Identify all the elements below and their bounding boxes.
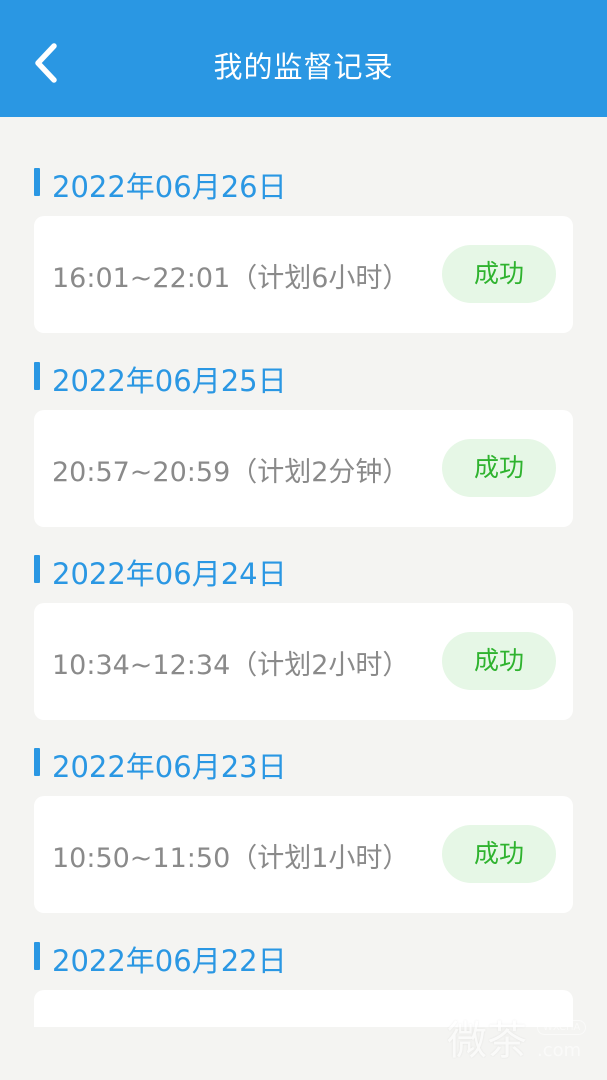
date-label: 2022年06月25日 (52, 364, 287, 398)
page-title: 我的监督记录 (213, 50, 394, 84)
date-accent-bar (34, 555, 40, 583)
date-accent-bar (34, 168, 40, 196)
watermark-suffix: .com (537, 1040, 582, 1061)
date-label: 2022年06月26日 (52, 170, 287, 204)
status-badge[interactable]: 成功 (442, 245, 556, 303)
date-label: 2022年06月22日 (52, 944, 287, 978)
status-badge[interactable]: 成功 (442, 439, 556, 497)
app-header: 我的监督记录 (0, 0, 607, 117)
date-label: 2022年06月24日 (52, 557, 287, 591)
record-card[interactable]: 10:34~12:34（计划2小时） 成功 (34, 603, 573, 720)
date-label: 2022年06月23日 (52, 750, 287, 784)
watermark-text: 微茶 (447, 1018, 527, 1064)
status-badge[interactable]: 成功 (442, 632, 556, 690)
date-accent-bar (34, 942, 40, 970)
watermark-logo: 微茶 WXCHA .com (447, 1008, 597, 1068)
record-time-range: 20:57~20:59（计划2分钟） (52, 457, 410, 488)
record-list[interactable]: 2022年06月26日 16:01~22:01（计划6小时） 成功 2022年0… (0, 117, 607, 1027)
record-time-range: 10:50~11:50（计划1小时） (52, 843, 410, 874)
record-time-range: 10:34~12:34（计划2小时） (52, 650, 410, 681)
status-badge[interactable]: 成功 (442, 825, 556, 883)
record-time-range: 16:01~22:01（计划6小时） (52, 263, 410, 294)
record-card[interactable]: 20:57~20:59（计划2分钟） 成功 (34, 410, 573, 527)
record-card[interactable]: 10:50~11:50（计划1小时） 成功 (34, 796, 573, 913)
record-card[interactable]: 16:01~22:01（计划6小时） 成功 (34, 216, 573, 333)
date-accent-bar (34, 748, 40, 776)
date-accent-bar (34, 362, 40, 390)
watermark-tag: WXCHA (537, 1020, 587, 1035)
